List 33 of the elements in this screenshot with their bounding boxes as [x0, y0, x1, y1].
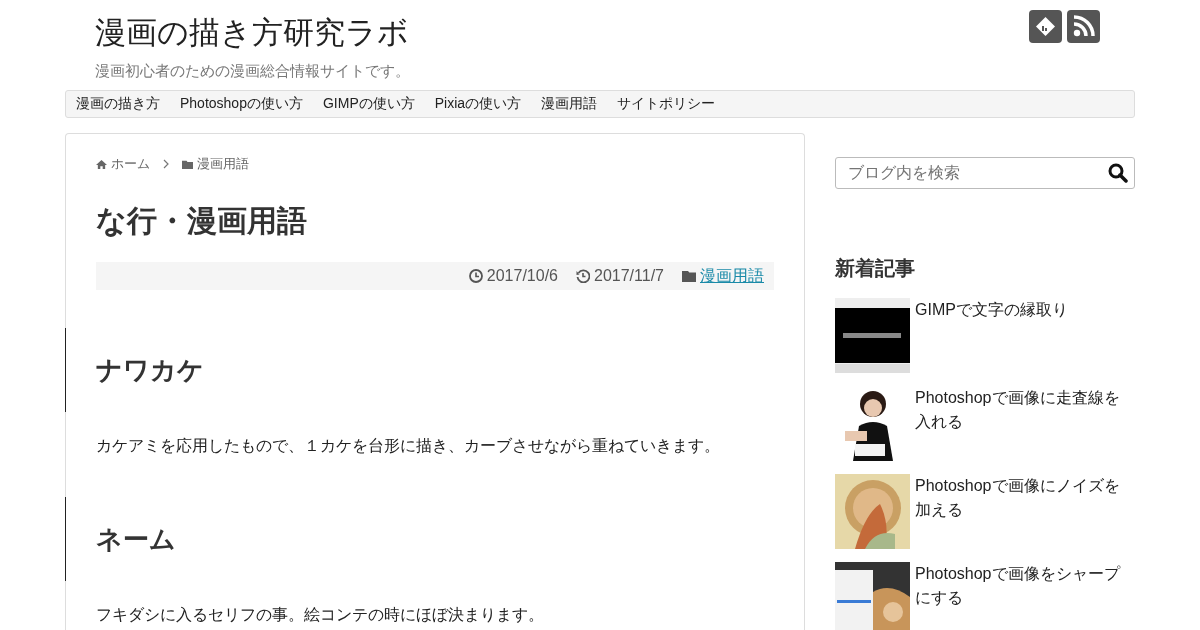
section-heading: ネーム: [65, 497, 804, 581]
history-icon: [576, 269, 590, 283]
feed-reader-icon[interactable]: [1029, 10, 1062, 43]
recent-post-link[interactable]: Photoshopで画像をシャープにする: [915, 562, 1135, 630]
site-tagline: 漫画初心者のための漫画総合情報サイトです。: [95, 62, 410, 81]
section-heading: ナワカケ: [65, 328, 804, 412]
nav-link[interactable]: GIMPの使い方: [312, 95, 425, 113]
update-date: 2017/11/7: [594, 267, 664, 285]
site-title[interactable]: 漫画の描き方研究ラボ: [95, 12, 410, 54]
widget-title: 新着記事: [835, 256, 916, 281]
chevron-icon: [162, 159, 170, 169]
folder-icon: [682, 269, 696, 283]
recent-post-link[interactable]: GIMPで文字の縁取り: [915, 298, 1068, 373]
search-field[interactable]: ブログ内を検索: [835, 157, 1135, 189]
section-text: カケアミを応用したもので、１カケを台形に描き、カーブさせながら重ねていきます。: [96, 436, 721, 456]
article-title: な行・漫画用語: [96, 203, 308, 239]
recent-post-link[interactable]: Photoshopで画像に走査線を入れる: [915, 386, 1135, 461]
home-icon: [96, 158, 107, 170]
nav-link[interactable]: 漫画の描き方: [76, 95, 170, 113]
clock-icon: [468, 269, 483, 283]
recent-post-link[interactable]: Photoshopで画像にノイズを加える: [915, 474, 1135, 549]
nav-link[interactable]: Photoshopの使い方: [170, 95, 313, 113]
search-icon[interactable]: [1108, 163, 1128, 183]
post-date: 2017/10/6: [486, 267, 558, 285]
breadcrumb-link[interactable]: 漫画用語: [197, 155, 249, 173]
nav-link[interactable]: 漫画用語: [531, 95, 608, 113]
breadcrumb-link[interactable]: ホーム: [111, 155, 150, 173]
rss-icon[interactable]: [1067, 10, 1100, 43]
category-link[interactable]: 漫画用語: [700, 265, 764, 287]
folder-icon: [182, 158, 193, 170]
section-text: フキダシに入るセリフの事。絵コンテの時にほぼ決まります。: [96, 605, 545, 625]
nav-link[interactable]: Pixiaの使い方: [424, 95, 532, 113]
nav-link[interactable]: サイトポリシー: [607, 95, 726, 113]
